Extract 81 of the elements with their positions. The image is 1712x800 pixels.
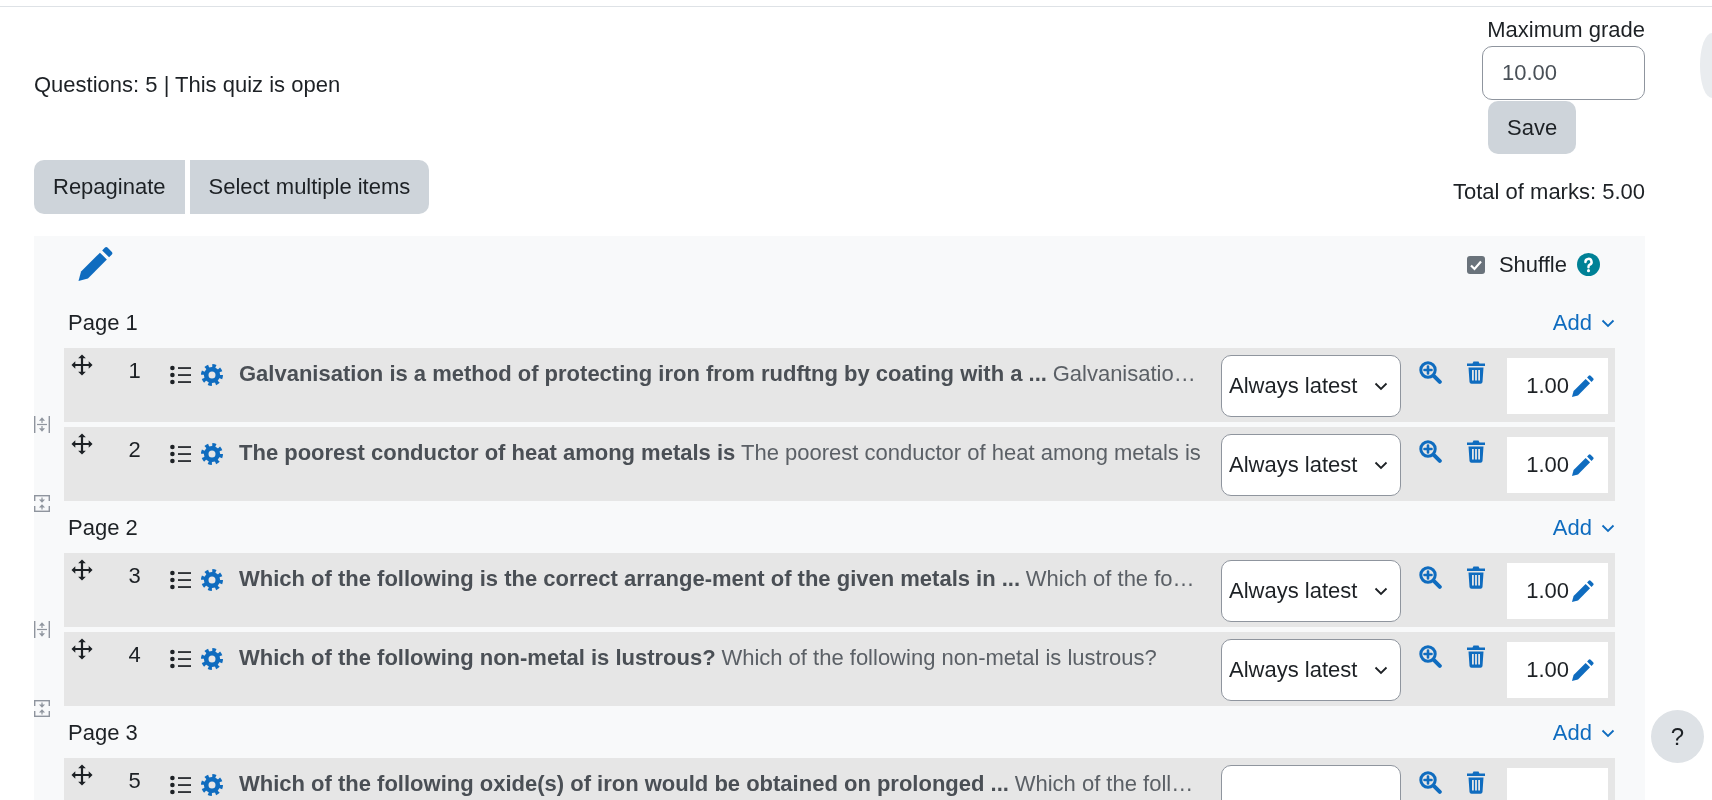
trash-icon[interactable]	[1466, 644, 1486, 668]
chevron-down-icon	[1601, 318, 1615, 328]
zoom-in-icon[interactable]	[1418, 360, 1442, 384]
question-name: Which of the following oxide(s) of iron would be obtained on prolonged ...	[239, 771, 1009, 796]
chevron-down-icon	[1374, 381, 1388, 391]
page-break-icon[interactable]	[34, 416, 50, 433]
zoom-in-icon[interactable]	[1418, 565, 1442, 589]
pencil-icon[interactable]	[1571, 453, 1594, 477]
zoom-in-icon[interactable]	[1418, 439, 1442, 463]
mark-value[interactable]: 1.00	[1526, 452, 1569, 478]
zoom-in-icon[interactable]	[1418, 644, 1442, 668]
zoom-in-icon[interactable]	[1418, 770, 1442, 794]
list-icon	[170, 775, 191, 795]
question-text: Galvanisatio…	[1052, 361, 1196, 386]
chevron-down-icon	[1374, 586, 1388, 596]
page-join-icon[interactable]	[34, 700, 50, 717]
question-text: Which of the following non-metal is lustrous?	[721, 645, 1157, 670]
list-icon	[170, 649, 191, 669]
chevron-down-icon	[1601, 728, 1615, 738]
help-button[interactable]: ?	[1651, 710, 1704, 763]
page-join-icon[interactable]	[34, 495, 50, 512]
chevron-down-icon	[1374, 665, 1388, 675]
gear-icon[interactable]	[201, 569, 223, 591]
mark-value[interactable]: 1.00	[1526, 657, 1569, 683]
question-text: Which of the fo…	[1025, 566, 1195, 591]
mark-value[interactable]: 1.00	[1526, 578, 1569, 604]
version-select[interactable]: Always latest	[1221, 639, 1401, 701]
trash-icon[interactable]	[1466, 439, 1486, 463]
question-number: 1	[127, 357, 142, 385]
gear-icon[interactable]	[201, 774, 223, 796]
page-heading: Page 1	[68, 309, 138, 337]
save-button[interactable]: Save	[1488, 101, 1577, 154]
question-text: The poorest conductor of heat among metals is	[741, 440, 1201, 465]
shuffle-checkbox[interactable]	[1466, 255, 1485, 274]
move-icon[interactable]	[70, 638, 94, 660]
add-link[interactable]: Add	[1552, 309, 1615, 337]
gear-icon[interactable]	[201, 648, 223, 670]
move-icon[interactable]	[70, 764, 94, 786]
question-name: Galvanisation is a method of protecting iron from rudftng by coating with a ...	[239, 361, 1047, 386]
question-name: The poorest conductor of heat among metals is	[239, 440, 736, 465]
pencil-icon[interactable]	[77, 246, 113, 283]
trash-icon[interactable]	[1466, 770, 1486, 794]
pencil-icon[interactable]	[1571, 658, 1594, 682]
question-name: Which of the following non-metal is lustrous?	[239, 645, 716, 670]
question-number: 2	[127, 436, 142, 464]
list-icon	[170, 570, 191, 590]
select-items-button[interactable]: Select multiple items	[189, 160, 430, 214]
list-icon	[170, 444, 191, 464]
repaginate-button[interactable]: Repaginate	[34, 160, 185, 214]
question-number: 3	[127, 562, 142, 590]
mark-value[interactable]: 1.00	[1526, 373, 1569, 399]
page-heading: Page 3	[68, 719, 138, 747]
version-select[interactable]: Always latest	[1221, 560, 1401, 622]
question-number: 5	[127, 767, 142, 795]
move-icon[interactable]	[70, 354, 94, 376]
maximum-grade-input[interactable]: 10.00	[1482, 46, 1645, 100]
list-icon	[170, 365, 191, 385]
version-select[interactable]: Always latest	[1221, 355, 1401, 417]
total-marks: Total of marks: 5.00	[1453, 178, 1645, 206]
help-icon[interactable]	[1577, 253, 1600, 276]
maximum-grade-label: Maximum grade	[1487, 16, 1645, 44]
quiz-status: Questions: 5 | This quiz is open	[34, 71, 341, 99]
chevron-down-icon	[1374, 460, 1388, 470]
move-icon[interactable]	[70, 433, 94, 455]
page-heading: Page 2	[68, 514, 138, 542]
gear-icon[interactable]	[201, 443, 223, 465]
chevron-down-icon	[1601, 523, 1615, 533]
question-text: Which of the foll…	[1014, 771, 1194, 796]
add-link[interactable]: Add	[1552, 719, 1615, 747]
trash-icon[interactable]	[1466, 565, 1486, 589]
gear-icon[interactable]	[201, 364, 223, 386]
add-link[interactable]: Add	[1552, 514, 1615, 542]
question-number: 4	[127, 641, 142, 669]
pencil-icon[interactable]	[1571, 374, 1594, 398]
pencil-icon[interactable]	[1571, 579, 1594, 603]
version-select[interactable]: Always latest	[1221, 434, 1401, 496]
page-break-icon[interactable]	[34, 621, 50, 638]
trash-icon[interactable]	[1466, 360, 1486, 384]
shuffle-label: Shuffle	[1498, 250, 1567, 279]
move-icon[interactable]	[70, 559, 94, 581]
question-name: Which of the following is the correct arrange-ment of the given metals in ...	[239, 566, 1021, 591]
